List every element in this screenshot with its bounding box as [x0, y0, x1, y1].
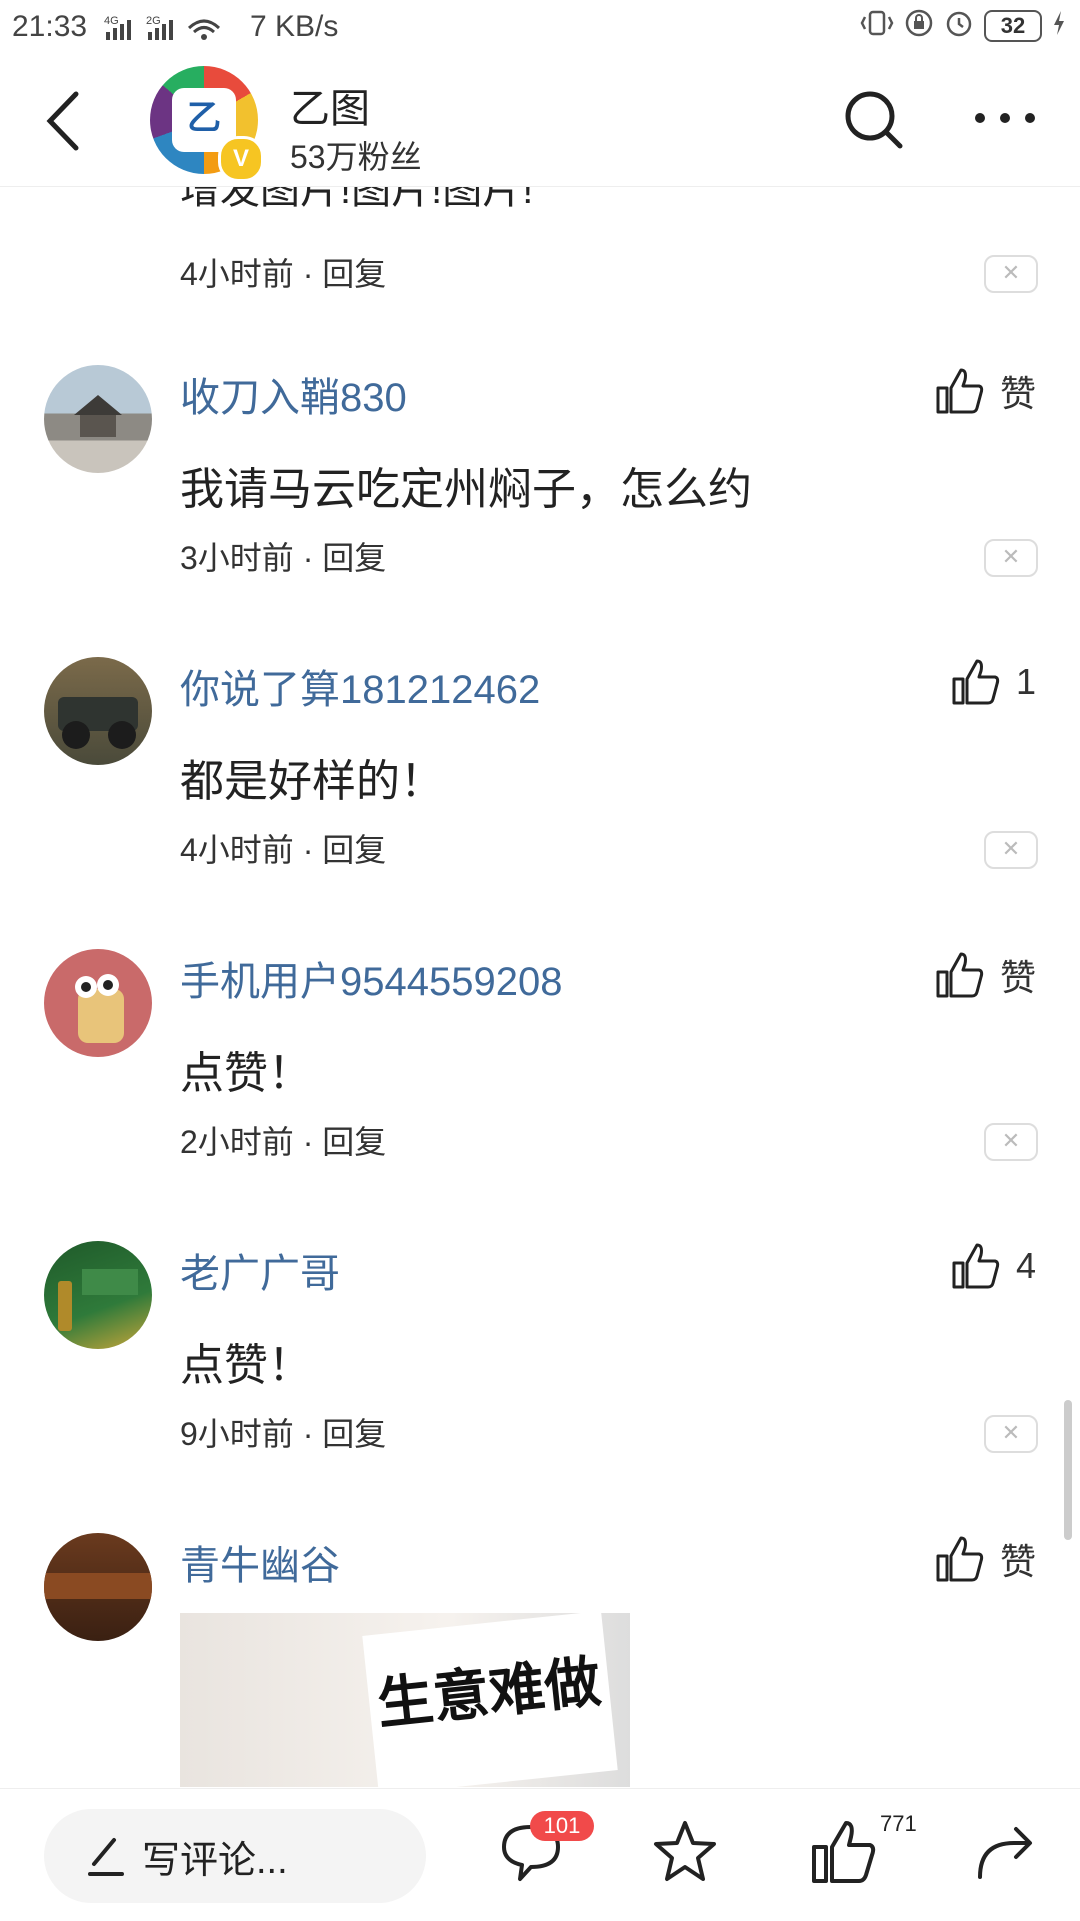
charging-icon	[1052, 9, 1066, 42]
share-arrow-icon	[978, 1827, 1032, 1879]
favorite-button[interactable]	[650, 1817, 720, 1892]
comment-list: 增发图片!图片!图片! 4小时前 · 回复 ✕ 收刀入鞘830 赞 我请马云吃定…	[0, 187, 1080, 1787]
scrollbar[interactable]	[1064, 1400, 1072, 1540]
comment-text: 我请马云吃定州焖子，怎么约	[180, 465, 752, 514]
photo-sign-text: 生意难做	[362, 1610, 618, 1787]
dismiss-comment-button[interactable]: ✕	[984, 1415, 1038, 1453]
article-like-count: 771	[880, 1811, 917, 1836]
avatar[interactable]	[44, 365, 152, 473]
like-button[interactable]: 赞	[934, 1533, 1036, 1585]
signal-icons: 4G 2G	[104, 12, 244, 47]
account-name[interactable]: 乙图	[290, 76, 370, 134]
comment-meta[interactable]: 3小时前 · 回复	[180, 533, 386, 579]
dismiss-comment-button[interactable]: ✕	[984, 831, 1038, 869]
like-label: 赞	[999, 1541, 1036, 1582]
search-button[interactable]	[840, 86, 910, 156]
like-count: 1	[1015, 661, 1036, 702]
more-dots-icon	[975, 113, 1035, 123]
write-comment-placeholder: 写评论...	[142, 1839, 288, 1882]
svg-text:4G: 4G	[104, 15, 119, 27]
username[interactable]: 你说了算181212462	[180, 657, 540, 715]
write-comment-input[interactable]: 写评论...	[44, 1809, 426, 1903]
comment-meta[interactable]: 2小时前 · 回复	[180, 1117, 386, 1163]
share-button[interactable]	[970, 1817, 1040, 1892]
network-speed: 7 KB/s	[250, 10, 339, 43]
dismiss-comment-button[interactable]: ✕	[984, 539, 1038, 577]
lock-rotation-icon	[904, 8, 934, 43]
like-button[interactable]: 4	[950, 1241, 1036, 1291]
star-icon	[654, 1821, 716, 1881]
like-button[interactable]: 1	[950, 657, 1036, 707]
thumbs-up-icon	[812, 1821, 876, 1883]
like-article-button[interactable]	[808, 1817, 878, 1892]
comment-text: 都是好样的！	[180, 757, 444, 806]
comment-photo[interactable]: 生意难做	[180, 1610, 630, 1787]
more-button[interactable]	[970, 98, 1040, 138]
follower-count: 53万粉丝	[290, 139, 422, 175]
username[interactable]: 青牛幽谷	[180, 1533, 340, 1591]
comment-count-badge: 101	[530, 1811, 594, 1841]
bottom-action-bar: 写评论... 101 771	[0, 1788, 1080, 1921]
comment-meta[interactable]: 9小时前 · 回复	[180, 1409, 386, 1455]
thumbs-up-icon	[952, 1243, 1000, 1289]
thumbs-up-icon	[936, 1536, 984, 1582]
dismiss-comment-button[interactable]: ✕	[984, 255, 1038, 293]
like-button[interactable]: 赞	[934, 365, 1036, 417]
username[interactable]: 收刀入鞘830	[180, 365, 407, 423]
like-count: 4	[1015, 1245, 1036, 1286]
alarm-icon	[944, 8, 974, 43]
comment-text: 增发图片!图片!图片!	[180, 187, 534, 212]
account-header: 乙 V 乙图 53万粉丝	[0, 56, 1080, 187]
username[interactable]: 老广广哥	[180, 1241, 340, 1299]
comment-text: 点赞！	[180, 1049, 312, 1098]
back-button[interactable]	[40, 86, 90, 156]
like-button[interactable]: 赞	[934, 949, 1036, 1001]
status-time: 21:33	[12, 10, 88, 43]
username[interactable]: 手机用户9544559208	[180, 949, 562, 1007]
battery-indicator: 32	[984, 9, 1042, 42]
comment-meta[interactable]: 4小时前 · 回复	[180, 249, 386, 295]
thumbs-up-icon	[952, 659, 1000, 705]
like-label: 赞	[999, 957, 1036, 998]
avatar[interactable]	[44, 1533, 152, 1641]
thumbs-up-icon	[936, 952, 984, 998]
avatar[interactable]	[44, 949, 152, 1057]
avatar[interactable]	[44, 657, 152, 765]
comment-meta[interactable]: 4小时前 · 回复	[180, 825, 386, 871]
status-bar: 21:33 4G 2G 7 KB/s 32	[0, 0, 1080, 56]
dismiss-comment-button[interactable]: ✕	[984, 1123, 1038, 1161]
verified-badge-icon: V	[218, 136, 264, 182]
comment-text: 点赞！	[180, 1341, 312, 1390]
like-label: 赞	[999, 373, 1036, 414]
search-icon	[845, 91, 903, 149]
svg-text:2G: 2G	[146, 15, 161, 27]
avatar[interactable]	[44, 1241, 152, 1349]
thumbs-up-icon	[936, 368, 984, 414]
vibrate-icon	[860, 8, 894, 43]
pen-icon	[88, 1838, 124, 1876]
